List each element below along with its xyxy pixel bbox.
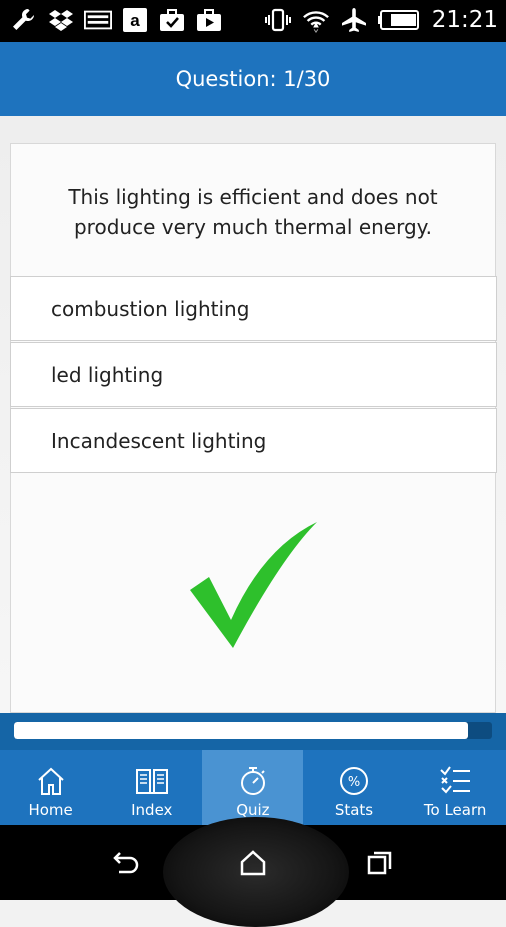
wrench-icon [10,6,38,34]
nav-to-learn-label: To Learn [423,801,487,819]
status-bar: a 21:21 [0,0,506,42]
nav-stats[interactable]: % Stats [303,750,404,825]
card-icon [84,6,112,34]
nav-index-label: Index [131,801,173,819]
system-nav-bar [0,817,506,927]
vibrate-icon [264,6,292,34]
briefcase-play-icon [195,6,223,34]
progress-bar [0,713,506,750]
nav-quiz[interactable]: Quiz [202,750,304,825]
svg-text:a: a [130,11,140,30]
nav-home-label: Home [28,801,73,819]
bottom-nav: Home Index Quiz % Stats To Learn [0,750,506,825]
answer-option-3[interactable]: Incandescent lighting [10,408,497,473]
checkmark-icon [185,518,319,652]
home-icon [34,764,68,798]
book-icon [135,764,169,798]
battery-icon [377,6,422,34]
airplane-icon [340,6,368,34]
progress-fill [14,722,469,739]
answer-option-2[interactable]: led lighting [10,342,497,407]
header-bar: Question: 1/30 [0,42,506,116]
percent-icon: % [337,764,371,798]
nav-home[interactable]: Home [0,750,101,825]
back-icon[interactable] [110,847,142,879]
briefcase-icon [158,6,186,34]
clock: 21:21 [431,7,498,33]
wifi-icon [302,6,330,34]
stopwatch-icon [236,764,270,798]
home-nav-icon[interactable] [237,847,269,879]
progress-track [14,722,492,739]
amazon-icon: a [121,6,149,34]
answer-option-1[interactable]: combustion lighting [10,276,497,341]
recents-icon[interactable] [364,847,396,879]
page-title: Question: 1/30 [175,67,331,91]
nav-index[interactable]: Index [101,750,202,825]
dropbox-icon [47,6,75,34]
checklist-icon [438,764,472,798]
nav-stats-label: Stats [334,801,374,819]
question-text: This lighting is efficient and does not … [68,185,438,239]
svg-text:%: % [348,775,360,790]
nav-to-learn[interactable]: To Learn [405,750,506,825]
